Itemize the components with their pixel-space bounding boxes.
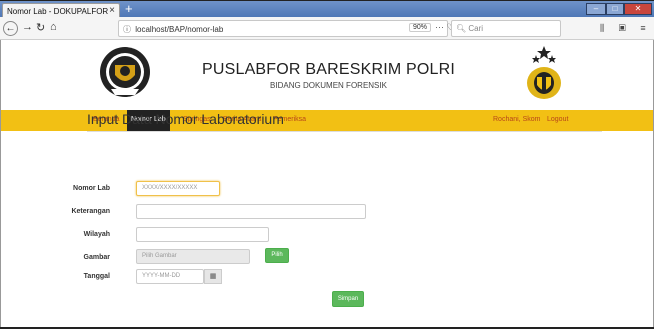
keterangan-label: Keterangan <box>71 208 110 215</box>
wilayah-label: Wilayah <box>83 231 110 238</box>
tanggal-input[interactable]: YYYY-MM-DD <box>136 269 204 284</box>
nomor-lab-input[interactable]: XXXX/XXXX/XXXXX <box>136 181 220 196</box>
form-title: Input Data Nomor Laboratorium <box>87 111 284 127</box>
keterangan-input[interactable] <box>136 204 366 219</box>
info-icon[interactable]: ⓘ <box>123 25 131 34</box>
gambar-label: Gambar <box>83 254 110 261</box>
browser-tab[interactable]: Nomor Lab - DOKUPALFOR × <box>2 3 120 18</box>
new-tab-icon[interactable]: + <box>125 1 133 16</box>
forward-icon[interactable]: → <box>22 21 33 33</box>
url-bar[interactable]: ⓘ localhost/BAP/nomor-lab 90% ··· ♡ ☆ <box>118 20 465 37</box>
simpan-button[interactable]: Simpan <box>332 291 364 307</box>
search-placeholder: Cari <box>468 24 484 33</box>
search-input[interactable]: 🔍︎ Cari <box>451 20 561 37</box>
tanggal-label: Tanggal <box>83 273 110 280</box>
url-text: localhost/BAP/nomor-lab <box>135 25 224 34</box>
maximize-icon[interactable]: □ <box>606 3 624 15</box>
nomor-lab-label: Nomor Lab <box>73 185 110 192</box>
menu-logout[interactable]: Logout <box>547 116 568 123</box>
library-icon[interactable]: ⫼ ▣ ≡ <box>600 23 652 34</box>
tab-title: Nomor Lab - DOKUPALFOR <box>7 7 109 16</box>
close-tab-icon[interactable]: × <box>109 5 115 16</box>
window-close-icon[interactable]: ✕ <box>624 3 652 15</box>
nomor-lab-placeholder: XXXX/XXXX/XXXXX <box>142 185 198 191</box>
gambar-input: Pilih Gambar <box>136 249 250 264</box>
reload-icon[interactable]: ↻ <box>36 21 45 34</box>
wilayah-input[interactable] <box>136 227 269 242</box>
divider <box>87 131 602 132</box>
browser-toolbar: ← → ↻ ⌂ ⓘ localhost/BAP/nomor-lab 90% ··… <box>0 17 654 40</box>
puslabfor-logo <box>100 47 150 97</box>
tanggal-placeholder: YYYY-MM-DD <box>142 273 181 279</box>
zoom-level[interactable]: 90% <box>409 23 432 32</box>
calendar-icon[interactable]: ▦ <box>204 269 222 284</box>
site-title: PUSLABFOR BARESKRIM POLRI <box>201 61 456 78</box>
pilih-button[interactable]: Pilih <box>265 248 289 263</box>
window-titlebar: Nomor Lab - DOKUPALFOR × + – □ ✕ <box>0 0 654 18</box>
polri-emblem <box>527 46 561 99</box>
site-header: PUSLABFOR BARESKRIM POLRI BIDANG DOKUMEN… <box>1 40 653 104</box>
site-subtitle: BIDANG DOKUMEN FORENSIK <box>270 81 387 90</box>
minimize-icon[interactable]: – <box>586 3 606 15</box>
search-icon: 🔍︎ <box>456 24 467 33</box>
back-icon[interactable]: ← <box>3 21 18 36</box>
menu-user[interactable]: Rochani, Skom <box>493 116 540 123</box>
home-icon[interactable]: ⌂ <box>50 21 57 33</box>
gambar-placeholder: Pilih Gambar <box>142 253 177 259</box>
